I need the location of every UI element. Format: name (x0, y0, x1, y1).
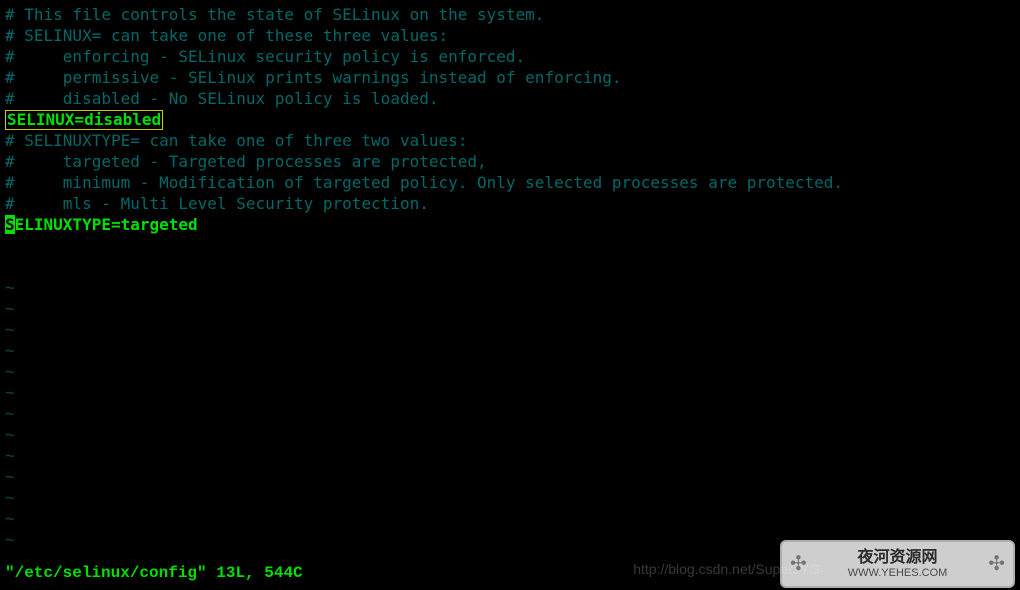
comment-line: # SELINUX= can take one of these three v… (5, 26, 448, 45)
tilde-line: ~ (5, 488, 15, 507)
tilde-line: ~ (5, 446, 15, 465)
tilde-line: ~ (5, 383, 15, 402)
terminal-output[interactable]: # This file controls the state of SELinu… (5, 4, 1015, 550)
watermark-deco-left: ✣ (790, 554, 807, 575)
comment-line: # permissive - SELinux prints warnings i… (5, 68, 622, 87)
blank-line (5, 257, 15, 276)
comment-line: # mls - Multi Level Security protection. (5, 194, 429, 213)
comment-line: # enforcing - SELinux security policy is… (5, 47, 525, 66)
site-watermark: ✣ 夜河资源网 WWW.YEHES.COM ✣ (780, 540, 1015, 588)
tilde-line: ~ (5, 320, 15, 339)
tilde-line: ~ (5, 425, 15, 444)
tilde-line: ~ (5, 278, 15, 297)
tilde-line: ~ (5, 299, 15, 318)
tilde-line: ~ (5, 341, 15, 360)
selinux-type-line: SELINUXTYPE=targeted (5, 215, 198, 234)
tilde-line: ~ (5, 467, 15, 486)
tilde-line: ~ (5, 362, 15, 381)
blank-line (5, 236, 15, 255)
comment-line: # disabled - No SELinux policy is loaded… (5, 89, 438, 108)
cursor: S (5, 215, 15, 234)
tilde-line: ~ (5, 404, 15, 423)
selinux-disabled-highlight: SELINUX=disabled (5, 110, 163, 130)
comment-line: # targeted - Targeted processes are prot… (5, 152, 487, 171)
tilde-line: ~ (5, 509, 15, 528)
selinux-disabled-line: SELINUX=disabled (5, 110, 163, 129)
tilde-line: ~ (5, 530, 15, 549)
comment-line: # This file controls the state of SELinu… (5, 5, 544, 24)
comment-line: # minimum - Modification of targeted pol… (5, 173, 843, 192)
watermark-url: WWW.YEHES.COM (848, 567, 948, 579)
watermark-title: 夜河资源网 (848, 549, 948, 567)
selinux-type-rest: ELINUXTYPE=targeted (15, 215, 198, 234)
vim-status-line: "/etc/selinux/config" 13L, 544C (5, 563, 303, 584)
comment-line: # SELINUXTYPE= can take one of three two… (5, 131, 467, 150)
watermark-deco-right: ✣ (988, 554, 1005, 575)
